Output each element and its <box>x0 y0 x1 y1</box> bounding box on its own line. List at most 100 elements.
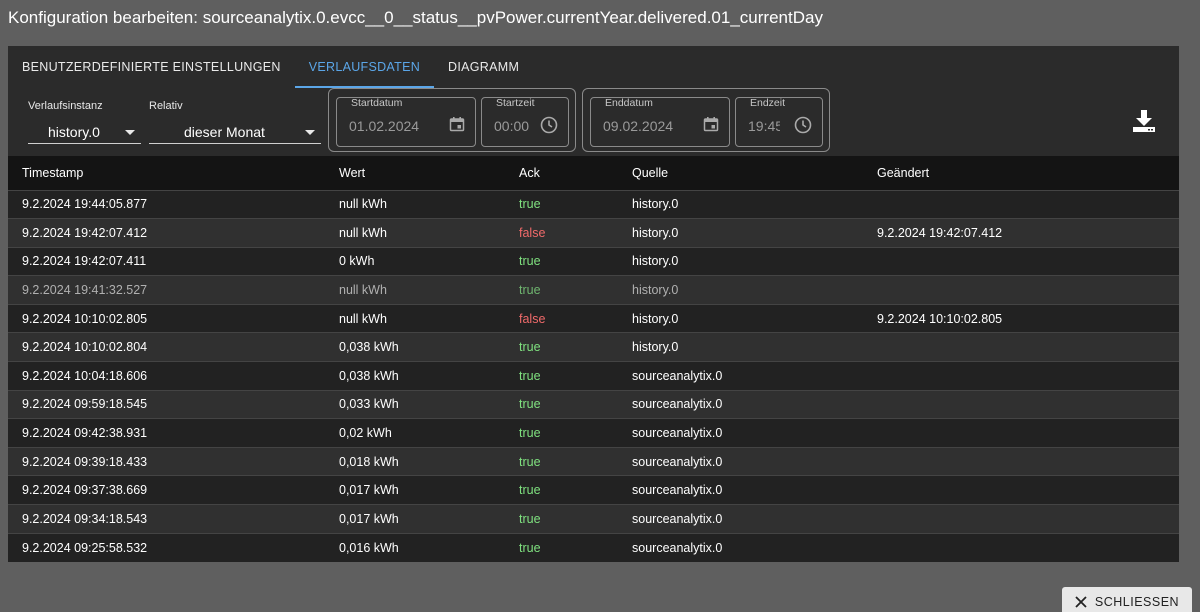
cell-changed <box>863 533 1179 562</box>
table-row[interactable]: 9.2.2024 10:04:18.606 0,038 kWh true sou… <box>8 361 1179 391</box>
cell-value: 0,017 kWh <box>339 483 399 498</box>
cell-ack: true <box>519 340 541 355</box>
table-row[interactable]: 9.2.2024 09:37:38.669 0,017 kWh true sou… <box>8 475 1179 505</box>
cell-timestamp: 9.2.2024 10:10:02.805 <box>22 311 148 326</box>
cell-ack: true <box>519 454 541 469</box>
cell-source: history.0 <box>632 283 679 298</box>
clock-icon[interactable] <box>794 116 812 134</box>
cell-value: 0,018 kWh <box>339 454 399 469</box>
end-time-label: Endzeit <box>746 98 790 109</box>
calendar-icon[interactable] <box>449 116 465 132</box>
cell-value: 0,038 kWh <box>339 340 399 355</box>
start-date-value: 01.02.2024 <box>349 118 420 134</box>
cell-ack: false <box>519 311 546 326</box>
cell-timestamp: 9.2.2024 09:42:38.931 <box>22 426 148 441</box>
end-time-value: 19:45 <box>748 118 780 134</box>
tab-chart[interactable]: DIAGRAMM <box>434 46 533 88</box>
instance-label: Verlaufsinstanz <box>28 100 103 112</box>
cell-ack: true <box>519 426 541 441</box>
table-row[interactable]: 9.2.2024 19:41:32.527 null kWh true hist… <box>8 275 1179 305</box>
close-icon <box>1075 596 1087 608</box>
table-row[interactable]: 9.2.2024 09:42:38.931 0,02 kWh true sour… <box>8 418 1179 448</box>
cell-value: null kWh <box>339 197 387 212</box>
relative-label: Relativ <box>149 100 183 112</box>
cell-ack: true <box>519 254 541 269</box>
cell-source: sourceanalytix.0 <box>632 511 723 526</box>
download-icon[interactable] <box>1131 108 1157 134</box>
table-row[interactable]: 9.2.2024 19:44:05.877 null kWh true hist… <box>8 190 1179 219</box>
cell-timestamp: 9.2.2024 19:44:05.877 <box>22 197 148 212</box>
start-date-field[interactable]: Startdatum 01.02.2024 <box>336 97 476 147</box>
column-header-ack[interactable]: Ack <box>505 156 618 190</box>
dialog-title: Konfiguration bearbeiten: sourceanalytix… <box>8 8 823 27</box>
cell-timestamp: 9.2.2024 09:39:18.433 <box>22 454 148 469</box>
tab-history-data[interactable]: VERLAUFSDATEN <box>294 46 435 88</box>
cell-changed <box>863 190 1179 219</box>
table-row[interactable]: 9.2.2024 09:25:58.532 0,016 kWh true sou… <box>8 533 1179 562</box>
start-time-label: Startzeit <box>492 98 539 109</box>
close-button[interactable]: SCHLIESSEN <box>1062 587 1192 612</box>
cell-ack: true <box>519 540 541 555</box>
column-header-timestamp[interactable]: Timestamp <box>8 156 325 190</box>
start-group: Startdatum 01.02.2024 Startzeit 00:00 <box>328 88 576 152</box>
cell-timestamp: 9.2.2024 19:42:07.412 <box>22 225 148 240</box>
instance-select[interactable]: Verlaufsinstanz history.0 <box>28 100 141 144</box>
cell-value: 0,017 kWh <box>339 511 399 526</box>
clock-icon[interactable] <box>540 116 558 134</box>
start-date-label: Startdatum <box>347 98 407 109</box>
cell-timestamp: 9.2.2024 09:25:58.532 <box>22 540 148 555</box>
cell-timestamp: 9.2.2024 19:42:07.411 <box>22 254 147 269</box>
cell-timestamp: 9.2.2024 10:10:02.804 <box>22 340 148 355</box>
cell-changed: 9.2.2024 10:10:02.805 <box>877 311 1003 326</box>
close-button-label: SCHLIESSEN <box>1094 595 1180 609</box>
table-row[interactable]: 9.2.2024 19:42:07.411 0 kWh true history… <box>8 247 1179 276</box>
chevron-down-icon <box>305 130 315 135</box>
cell-source: history.0 <box>632 197 679 212</box>
end-date-value: 09.02.2024 <box>603 118 674 134</box>
start-time-value: 00:00 <box>494 118 530 134</box>
table-row[interactable]: 9.2.2024 10:10:02.804 0,038 kWh true his… <box>8 332 1179 362</box>
cell-source: history.0 <box>632 340 679 355</box>
cell-timestamp: 9.2.2024 09:34:18.543 <box>22 511 148 526</box>
table-row[interactable]: 9.2.2024 10:10:02.805 null kWh false his… <box>8 304 1179 333</box>
table-row[interactable]: 9.2.2024 09:39:18.433 0,018 kWh true sou… <box>8 447 1179 476</box>
end-time-field[interactable]: Endzeit 19:45 <box>735 97 823 147</box>
cell-changed <box>863 505 1179 534</box>
column-header-source[interactable]: Quelle <box>618 156 863 190</box>
end-date-field[interactable]: Enddatum 09.02.2024 <box>590 97 730 147</box>
cell-timestamp: 9.2.2024 09:37:38.669 <box>22 483 148 498</box>
table-row[interactable]: 9.2.2024 09:34:18.543 0,017 kWh true sou… <box>8 504 1179 534</box>
table-row[interactable]: 9.2.2024 09:59:18.545 0,033 kWh true sou… <box>8 390 1179 419</box>
cell-ack: true <box>519 397 541 412</box>
cell-source: sourceanalytix.0 <box>632 368 723 383</box>
cell-changed <box>863 419 1179 448</box>
tab-bar: BENUTZERDEFINIERTE EINSTELLUNGEN VERLAUF… <box>8 46 1179 88</box>
start-time-field[interactable]: Startzeit 00:00 <box>481 97 569 147</box>
cell-changed <box>863 476 1179 505</box>
cell-timestamp: 9.2.2024 10:04:18.606 <box>22 368 148 383</box>
history-toolbar: Verlaufsinstanz history.0 Relativ dieser… <box>8 88 1179 156</box>
tab-custom-settings[interactable]: BENUTZERDEFINIERTE EINSTELLUNGEN <box>8 46 295 88</box>
chevron-down-icon <box>125 130 135 135</box>
column-header-changed[interactable]: Geändert <box>863 156 1179 190</box>
cell-value: 0,02 kWh <box>339 426 392 441</box>
end-date-label: Enddatum <box>601 98 657 109</box>
end-group: Enddatum 09.02.2024 Endzeit 19:45 <box>582 88 830 152</box>
column-header-value[interactable]: Wert <box>325 156 505 190</box>
cell-ack: false <box>519 225 546 240</box>
cell-source: sourceanalytix.0 <box>632 426 723 441</box>
cell-value: null kWh <box>339 225 387 240</box>
cell-timestamp: 9.2.2024 09:59:18.545 <box>22 397 148 412</box>
cell-timestamp: 9.2.2024 19:41:32.527 <box>22 283 148 298</box>
cell-value: null kWh <box>339 311 387 326</box>
cell-value: null kWh <box>339 283 387 298</box>
cell-changed <box>863 333 1179 362</box>
cell-changed <box>863 362 1179 391</box>
cell-ack: true <box>519 283 541 298</box>
cell-source: history.0 <box>632 225 679 240</box>
table-row[interactable]: 9.2.2024 19:42:07.412 null kWh false his… <box>8 218 1179 248</box>
cell-ack: true <box>519 197 541 212</box>
relative-select[interactable]: Relativ dieser Monat <box>149 100 321 144</box>
cell-ack: true <box>519 483 541 498</box>
calendar-icon[interactable] <box>703 116 719 132</box>
